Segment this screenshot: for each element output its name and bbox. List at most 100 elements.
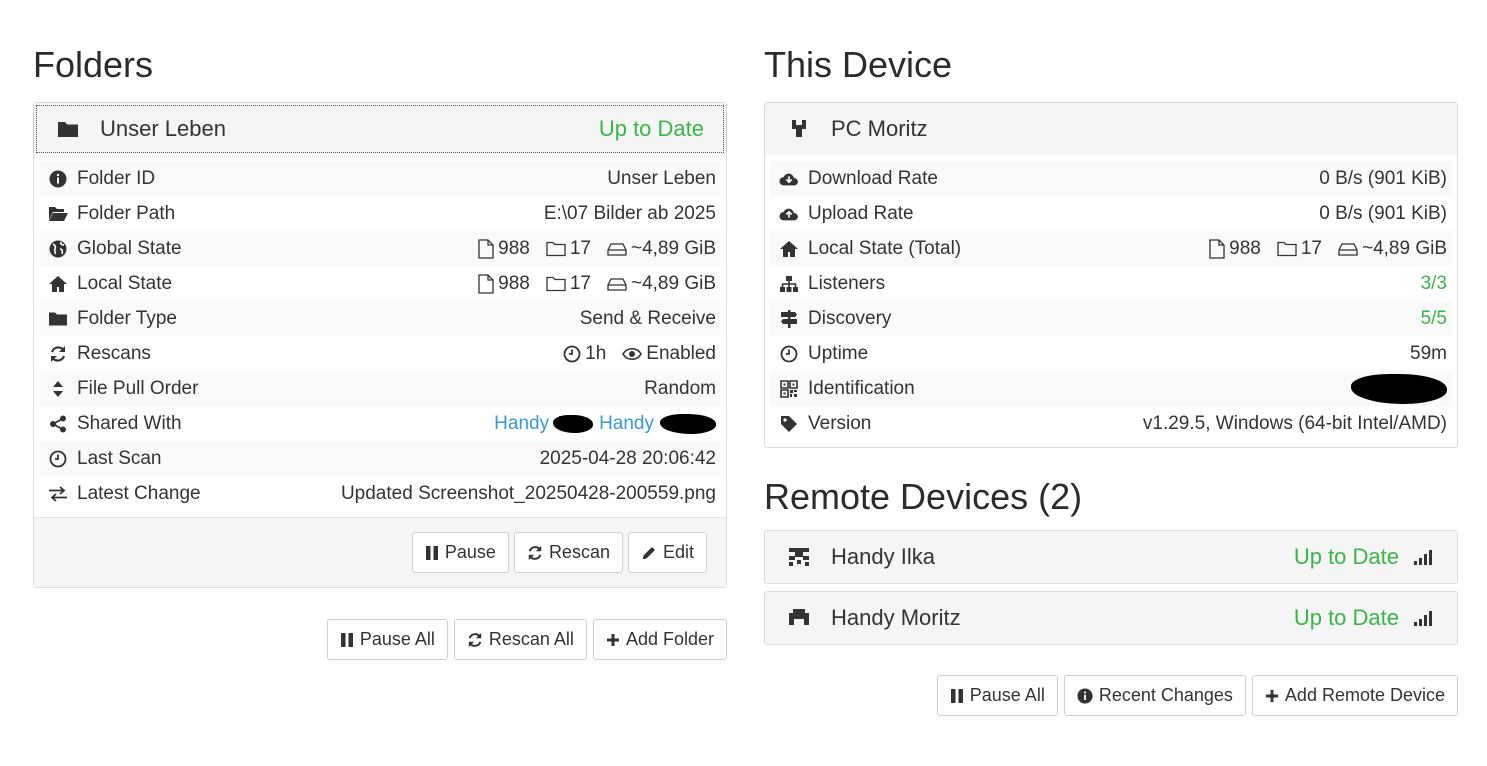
this-device-panel: PC Moritz Download Rate 0 B/s (901 KiB) … — [764, 102, 1458, 448]
sitemap-icon — [779, 274, 799, 294]
pause-folder-label: Pause — [444, 542, 496, 562]
folder-outline-icon — [1277, 241, 1297, 257]
pause-icon — [950, 688, 964, 704]
redaction-mark — [1351, 373, 1447, 404]
version-value: v1.29.5, Windows (64-bit Intel/AMD) — [1142, 412, 1447, 434]
local-state-total-row: Local State (Total) 988 17 ~4,89 GiB — [770, 231, 1452, 266]
discovery-label: Discovery — [808, 307, 892, 329]
plus-icon — [1265, 689, 1279, 703]
shared-device-link-1[interactable]: Handy — [494, 413, 549, 435]
folder-id-label: Folder ID — [77, 167, 156, 189]
identification-row: Identification — [770, 371, 1452, 406]
folder-name: Unser Leben — [100, 116, 226, 141]
device-identicon — [787, 545, 811, 569]
pause-icon — [340, 632, 354, 648]
clock-icon — [48, 449, 68, 469]
remote-device-status: Up to Date — [1294, 605, 1435, 631]
remote-device-header-ilka[interactable]: Handy Ilka Up to Date — [765, 531, 1457, 583]
folder-panel: Unser Leben Up to Date Folder ID Unser L… — [33, 102, 727, 588]
last-scan-row: Last Scan 2025-04-28 20:06:42 — [39, 441, 721, 476]
folder-icon — [56, 117, 80, 141]
uptime-value: 59m — [1410, 342, 1447, 364]
cloud-download-icon — [779, 169, 799, 189]
file-icon — [478, 238, 494, 259]
folder-id-row: Folder ID Unser Leben — [39, 161, 721, 196]
add-remote-device-button[interactable]: Add Remote Device — [1251, 675, 1458, 716]
this-device-details: Download Rate 0 B/s (901 KiB) Upload Rat… — [765, 155, 1457, 447]
remote-device-header-moritz[interactable]: Handy Moritz Up to Date — [765, 592, 1457, 644]
last-scan-label: Last Scan — [77, 447, 162, 469]
remote-device-name: Handy Moritz — [831, 605, 961, 630]
download-rate-label: Download Rate — [808, 167, 938, 189]
global-state-label: Global State — [77, 237, 182, 259]
uptime-row: Uptime 59m — [770, 336, 1452, 371]
remote-devices-heading: Remote Devices (2) — [764, 476, 1083, 517]
pause-all-folders-button[interactable]: Pause All — [326, 619, 448, 660]
cloud-upload-icon — [779, 204, 799, 224]
rescan-folder-button[interactable]: Rescan — [513, 532, 623, 573]
shared-device-link-2[interactable]: Handy — [599, 413, 654, 435]
total-dirs-count: 17 — [1300, 237, 1322, 259]
plus-icon — [606, 633, 620, 647]
rescan-all-button[interactable]: Rescan All — [453, 619, 587, 660]
remote-device-status: Up to Date — [1294, 544, 1435, 570]
pause-all-folders-label: Pause All — [359, 629, 435, 649]
redaction-mark — [553, 414, 594, 433]
edit-folder-button[interactable]: Edit — [627, 532, 707, 573]
add-folder-button[interactable]: Add Folder — [592, 619, 727, 660]
local-dirs-count: 17 — [569, 272, 591, 294]
home-icon — [779, 239, 799, 259]
signpost-icon — [779, 309, 799, 329]
recent-changes-button[interactable]: Recent Changes — [1063, 675, 1246, 716]
pause-folder-button[interactable]: Pause — [411, 532, 509, 573]
info-icon — [48, 169, 68, 189]
this-device-heading: This Device — [764, 44, 953, 85]
rescan-all-label: Rescan All — [488, 629, 574, 649]
global-dirs-count: 17 — [569, 237, 591, 259]
folder-outline-icon — [546, 241, 566, 257]
identification-value[interactable] — [1351, 373, 1447, 404]
discovery-row: Discovery 5/5 — [770, 301, 1452, 336]
file-pull-order-row: File Pull Order Random — [39, 371, 721, 406]
upload-rate-label: Upload Rate — [808, 202, 914, 224]
global-size: ~4,89 GiB — [630, 237, 716, 259]
local-files-count: 988 — [498, 272, 530, 294]
refresh-icon — [527, 545, 543, 561]
remote-device-name: Handy Ilka — [831, 544, 935, 569]
hdd-icon — [607, 277, 627, 291]
sort-icon — [48, 379, 68, 399]
global-state-value: 988 17 ~4,89 GiB — [468, 238, 716, 260]
folder-panel-header[interactable]: Unser Leben Up to Date — [34, 103, 726, 155]
listeners-value: 3/3 — [1420, 272, 1447, 294]
this-device-name: PC Moritz — [831, 116, 928, 141]
pencil-icon — [641, 545, 657, 561]
file-pull-order-value: Random — [644, 377, 716, 399]
pause-all-devices-button[interactable]: Pause All — [936, 675, 1058, 716]
recent-changes-label: Recent Changes — [1098, 685, 1233, 705]
add-folder-label: Add Folder — [625, 629, 714, 649]
device-section: This Device PC Moritz Download Rate 0 B/… — [764, 38, 1458, 716]
discovery-value: 5/5 — [1420, 307, 1447, 329]
clock-icon — [779, 344, 799, 364]
last-scan-value: 2025-04-28 20:06:42 — [539, 447, 716, 469]
this-device-header[interactable]: PC Moritz — [765, 103, 1457, 155]
exchange-icon — [48, 484, 68, 504]
refresh-icon — [467, 632, 483, 648]
upload-rate-value: 0 B/s (901 KiB) — [1319, 202, 1447, 224]
rescans-value: 1h Enabled — [553, 343, 716, 365]
latest-change-label: Latest Change — [77, 482, 201, 504]
folders-heading: Folders — [33, 44, 154, 85]
device-identicon — [787, 117, 811, 141]
local-state-label: Local State — [77, 272, 173, 294]
global-files-count: 988 — [498, 237, 530, 259]
folder-path-value: E:\07 Bilder ab 2025 — [543, 202, 716, 224]
shared-with-label: Shared With — [77, 412, 182, 434]
signal-icon — [1413, 548, 1435, 566]
folder-type-label: Folder Type — [77, 307, 177, 329]
local-state-row: Local State 988 17 ~4,89 GiB — [39, 266, 721, 301]
listeners-row: Listeners 3/3 — [770, 266, 1452, 301]
version-row: Version v1.29.5, Windows (64-bit Intel/A… — [770, 406, 1452, 441]
remote-device-status-text: Up to Date — [1293, 605, 1399, 630]
folder-status: Up to Date — [598, 116, 704, 141]
folder-open-icon — [48, 204, 68, 224]
